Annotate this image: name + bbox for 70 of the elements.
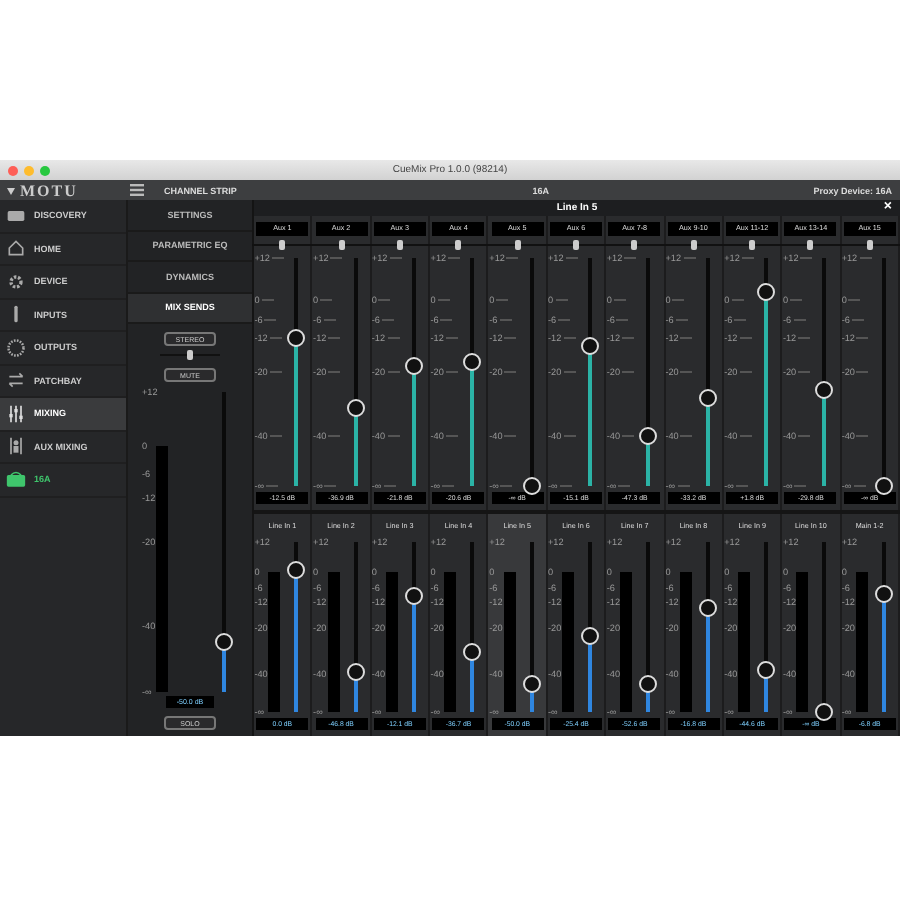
pan-thumb[interactable] (573, 240, 579, 250)
pan-thumb[interactable] (631, 240, 638, 250)
level-meter (503, 572, 516, 712)
pan-slider[interactable] (663, 240, 724, 250)
zoom-dot[interactable] (40, 165, 50, 175)
triangle-icon (6, 185, 16, 195)
level-meter (738, 572, 751, 712)
fader-knob[interactable] (757, 283, 776, 302)
mixer-person-icon (6, 436, 26, 457)
fader-knob[interactable] (463, 643, 482, 662)
fader-knob[interactable] (581, 626, 599, 645)
level-meter (268, 572, 281, 712)
pan-slider[interactable] (839, 240, 900, 250)
pan-thumb[interactable] (396, 240, 403, 250)
fader-knob[interactable] (522, 477, 541, 495)
pan-thumb[interactable] (514, 240, 521, 250)
fader-knob[interactable] (404, 587, 423, 606)
pan-slider[interactable] (722, 240, 783, 250)
pan-slider[interactable] (369, 240, 430, 250)
fader-knob[interactable] (639, 675, 658, 694)
level-meter (855, 572, 868, 712)
fader-knob[interactable] (463, 353, 482, 372)
pan-slider[interactable] (780, 240, 841, 250)
fader-knob[interactable] (757, 660, 776, 679)
minimize-dot[interactable] (24, 165, 34, 175)
level-meter (385, 572, 398, 712)
menu-icon[interactable] (130, 184, 144, 196)
level-meter (796, 572, 809, 712)
pan-thumb[interactable] (690, 240, 697, 250)
fader-knob[interactable] (698, 388, 717, 407)
gear-icon (6, 271, 26, 292)
pan-thumb[interactable] (749, 240, 756, 250)
pan-slider[interactable] (252, 240, 313, 250)
level-meter (620, 572, 633, 712)
pan-slider[interactable] (487, 240, 548, 250)
level-meter (444, 572, 457, 712)
fader-knob[interactable] (287, 328, 306, 347)
fader-knob[interactable] (874, 584, 893, 602)
fader-knob[interactable] (404, 356, 423, 375)
circle-icon (6, 337, 26, 358)
fader-knob[interactable] (639, 426, 658, 445)
pan-thumb[interactable] (807, 240, 814, 250)
pan-thumb[interactable] (338, 240, 345, 250)
fader-knob[interactable] (287, 561, 306, 580)
arrows-icon (6, 370, 26, 391)
pan-slider[interactable] (604, 240, 665, 250)
fader-knob[interactable] (215, 632, 233, 650)
home-icon (6, 238, 26, 259)
pan-thumb[interactable] (866, 240, 873, 250)
pan-slider[interactable] (428, 240, 489, 250)
level-meter (327, 572, 340, 712)
close-dot[interactable] (8, 165, 18, 175)
level-meter (562, 572, 574, 712)
fader-knob[interactable] (581, 337, 599, 356)
fader-knob[interactable] (346, 663, 365, 682)
fader-knob[interactable] (874, 477, 893, 495)
fader-knob[interactable] (346, 399, 365, 418)
pan-thumb[interactable] (187, 350, 193, 360)
fader-knob[interactable] (815, 703, 834, 721)
fader-knob[interactable] (522, 674, 541, 693)
pan-thumb[interactable] (455, 240, 462, 250)
mixer-sliders-icon (6, 403, 26, 424)
pan-slider[interactable] (546, 240, 606, 250)
fader-knob[interactable] (698, 599, 717, 618)
device-icon (6, 469, 26, 490)
logo: MOTU (20, 181, 78, 199)
pan-thumb[interactable] (279, 240, 286, 250)
pan-slider[interactable] (311, 240, 372, 250)
level-meter (679, 572, 692, 712)
fader-knob[interactable] (815, 381, 834, 400)
